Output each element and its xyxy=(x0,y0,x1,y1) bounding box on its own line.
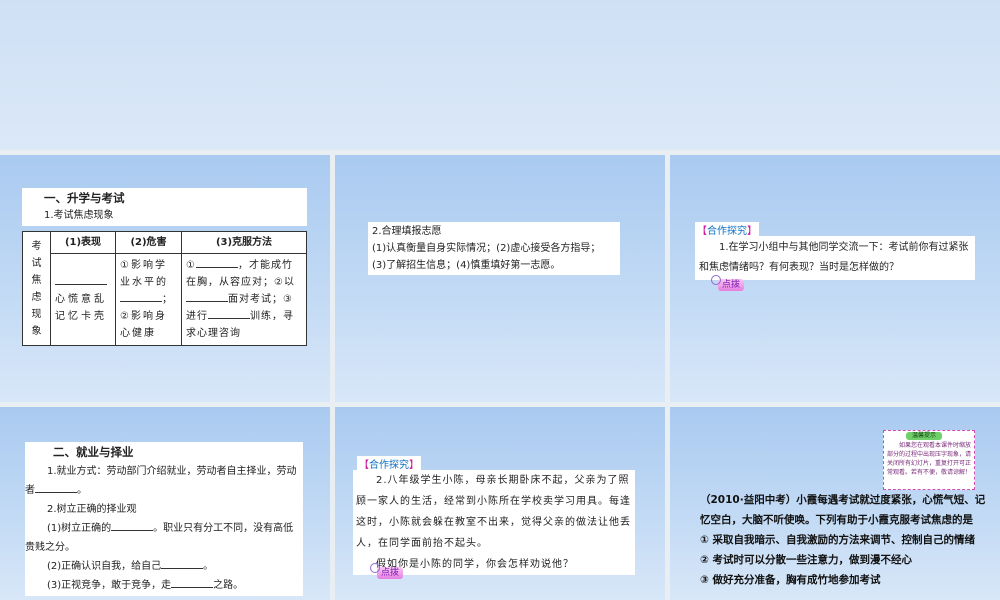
method-1: ① xyxy=(186,260,196,271)
option-3: ③ 做好充分准备，胸有成竹地参加考试 xyxy=(700,574,881,586)
option-1: ① 采取自我暗示、自我激励的方法来调节、控制自己的情绪 xyxy=(700,534,976,546)
hint-button[interactable]: 点拨 xyxy=(710,275,745,291)
notice-text: 如果您在观看本课件时缩放部分的过程中出现压字现象，请关闭所有幻灯片，重复打开可正… xyxy=(887,442,972,476)
notice-box: 温馨提示 如果您在观看本课件时缩放部分的过程中出现压字现象，请关闭所有幻灯片，重… xyxy=(883,430,975,490)
paragraph-5: (3)正视竞争，敢于竞争，走 之路。 xyxy=(47,580,244,591)
row-label: 考试焦虑现象 xyxy=(22,231,51,346)
previous-slide-row xyxy=(0,0,1000,150)
slide-thumbnail-1[interactable]: 一、升学与考试 1.考试焦虑现象 考试焦虑现象 (1)表现 (2)危害 (3)克… xyxy=(0,155,330,402)
paragraph-3: (1)树立正确的 。职业只有分工不同，没有高低贵贱之分。 xyxy=(25,523,294,553)
header-harm: (2)危害 xyxy=(115,231,182,254)
notice-title: 温馨提示 xyxy=(906,432,943,440)
header-method: (3)克服方法 xyxy=(181,231,307,254)
cooperation-tag: 【合作探究】 xyxy=(695,222,759,237)
hint-button[interactable]: 点拨 xyxy=(369,563,404,579)
question-stem: （2010·益阳中考）小霞每遇考试就过度紧张，心慌气短、记忆空白，大脑不听使唤。… xyxy=(700,494,986,526)
story-text: 2.八年级学生小陈，母亲长期卧床不起，父亲为了照顾一家人的生活，经常到小陈所在学… xyxy=(356,475,631,549)
header-performance: (1)表现 xyxy=(50,231,116,254)
text-line: (1)认真衡量自身实际情况；(2)虚心接受各方指导； xyxy=(372,243,601,254)
paragraph-2: 2.树立正确的择业观 xyxy=(47,504,137,515)
slide-thumbnail-6[interactable]: 温馨提示 如果您在观看本课件时缩放部分的过程中出现压字现象，请关闭所有幻灯片，重… xyxy=(670,407,1000,600)
harm-text-1: ①影响学业水平的 xyxy=(120,260,168,288)
slide-thumbnail-5[interactable]: 【合作探究】 2.八年级学生小陈，母亲长期卧床不起，父亲为了照顾一家人的生活，经… xyxy=(335,407,665,600)
option-2: ② 考试时可以分散一些注意力，做到漫不经心 xyxy=(700,554,913,566)
section-title: 二、就业与择业 xyxy=(53,445,134,459)
exam-question: （2010·益阳中考）小霞每遇考试就过度紧张，心慌气短、记忆空白，大脑不听使唤。… xyxy=(700,490,990,590)
anxiety-table: 考试焦虑现象 (1)表现 (2)危害 (3)克服方法 心慌意乱记忆卡壳 ①影响学… xyxy=(22,231,307,346)
slide-thumbnail-3[interactable]: 【合作探究】 1.在学习小组中与其他同学交流一下：考试前你有过紧张和焦虑情绪吗？… xyxy=(670,155,1000,402)
paragraph-1: 1.就业方式：劳动部门介绍就业，劳动者自主择业，劳动者。 xyxy=(25,466,297,496)
subtitle: 1.考试焦虑现象 xyxy=(44,210,114,221)
text-line: (3)了解招生信息；(4)慎重填好第一志愿。 xyxy=(372,260,561,271)
cooperation-tag: 【合作探究】 xyxy=(357,456,421,471)
performance-text: 心慌意乱记忆卡壳 xyxy=(55,294,107,322)
paragraph-4: (2)正确认识自我，给自己。 xyxy=(47,561,214,572)
slide-thumbnail-4[interactable]: 二、就业与择业 1.就业方式：劳动部门介绍就业，劳动者自主择业，劳动者。 2.树… xyxy=(0,407,330,600)
section-title: 一、升学与考试 xyxy=(44,191,125,205)
section-title: 2.合理填报志愿 xyxy=(372,226,442,237)
question-text: 1.在学习小组中与其他同学交流一下：考试前你有过紧张和焦虑情绪吗？有何表现？当时… xyxy=(695,236,975,280)
slide-thumbnail-2[interactable]: 2.合理填报志愿 (1)认真衡量自身实际情况；(2)虚心接受各方指导； (3)了… xyxy=(335,155,665,402)
